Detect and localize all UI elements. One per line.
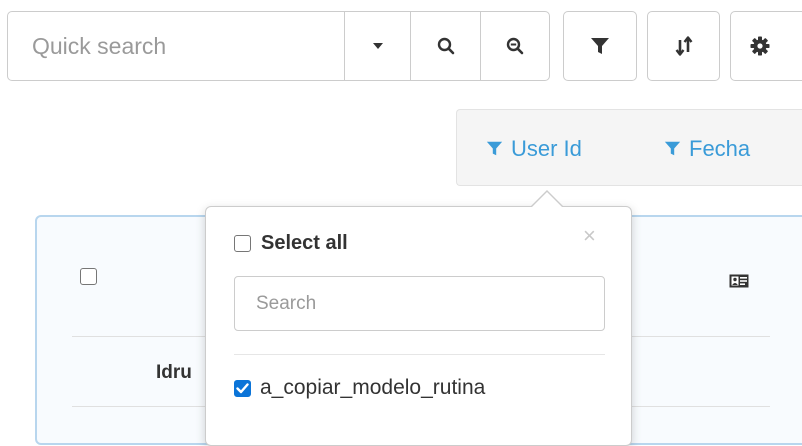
filter-value-item[interactable]: a_copiar_modelo_rutina bbox=[234, 376, 485, 400]
filter-chip-label: User Id bbox=[511, 135, 582, 161]
select-all-checkbox[interactable]: Select all bbox=[234, 232, 348, 255]
popover-divider bbox=[234, 354, 605, 355]
caret-down-icon bbox=[372, 42, 384, 50]
checkbox-unchecked[interactable] bbox=[234, 235, 251, 252]
clear-search-button[interactable] bbox=[480, 12, 549, 80]
sort-icon bbox=[674, 36, 694, 56]
quick-search-group bbox=[7, 11, 550, 81]
header-select-checkbox[interactable] bbox=[80, 268, 97, 285]
filter-icon bbox=[486, 140, 503, 157]
filter-chip-user-id[interactable]: User Id bbox=[486, 110, 582, 187]
close-popover-icon[interactable]: × bbox=[583, 225, 596, 247]
sort-button[interactable] bbox=[647, 11, 720, 81]
search-options-dropdown-button[interactable] bbox=[344, 12, 410, 80]
search-icon bbox=[437, 37, 455, 55]
filter-values-search-input[interactable] bbox=[234, 276, 605, 331]
popover-arrow-fill bbox=[531, 192, 563, 208]
settings-button[interactable] bbox=[730, 11, 802, 81]
filter-chip-fecha[interactable]: Fecha bbox=[664, 110, 750, 187]
filter-icon bbox=[664, 140, 681, 157]
filter-chip-label: Fecha bbox=[689, 135, 751, 161]
id-card-icon[interactable] bbox=[729, 274, 749, 288]
filter-icon bbox=[590, 36, 610, 56]
select-all-label: Select all bbox=[261, 232, 348, 254]
filter-value-label: a_copiar_modelo_rutina bbox=[260, 376, 486, 399]
column-header-idru[interactable]: Idru bbox=[156, 362, 192, 384]
quick-search-input[interactable] bbox=[8, 12, 344, 80]
filter-button[interactable] bbox=[563, 11, 637, 81]
active-filters-bar: User Id Fecha bbox=[456, 109, 802, 186]
zoom-out-icon bbox=[506, 37, 524, 55]
gear-icon bbox=[750, 36, 770, 56]
search-button[interactable] bbox=[410, 12, 480, 80]
checkbox-checked[interactable] bbox=[234, 379, 251, 397]
